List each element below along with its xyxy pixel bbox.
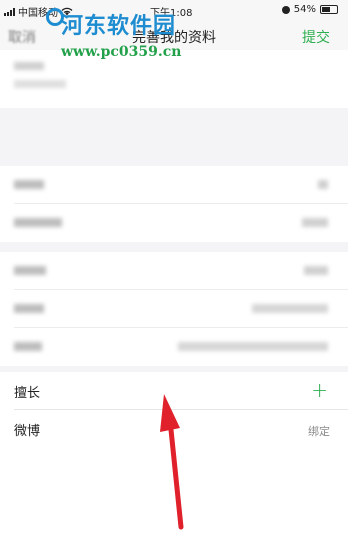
status-left: 中国移动: [4, 4, 73, 19]
cancel-button[interactable]: 取消: [8, 27, 36, 47]
battery-icon: [320, 5, 338, 14]
add-specialty-button[interactable]: +: [311, 378, 328, 402]
signal-icon: [4, 7, 15, 16]
status-bar: 中国移动 下午1:08 54%: [0, 0, 348, 20]
alarm-icon: [281, 5, 290, 14]
submit-button[interactable]: 提交: [302, 27, 330, 47]
blurred-section-2: [0, 252, 348, 366]
blurred-profile-area: [0, 50, 348, 370]
battery-percent: 54%: [293, 4, 316, 15]
page-background: [0, 447, 348, 545]
bind-weibo-button[interactable]: 绑定: [308, 423, 330, 439]
status-time: 下午1:08: [150, 8, 193, 19]
skills-list: 擅长 + 微博 绑定: [0, 372, 348, 447]
status-right: 54%: [281, 4, 338, 15]
avatar-section: [0, 50, 348, 108]
page-title: 完善我的资料: [132, 30, 216, 46]
specialty-label: 擅长: [14, 386, 41, 401]
battery-level: [322, 7, 330, 12]
wifi-icon: [61, 7, 73, 16]
list-item-specialty[interactable]: 擅长 +: [0, 372, 348, 410]
carrier-label: 中国移动: [18, 8, 58, 19]
nav-bar: 完善我的资料 取消 提交: [0, 20, 348, 50]
list-item-weibo[interactable]: 微博 绑定: [0, 410, 348, 447]
weibo-label: 微博: [14, 424, 41, 439]
blurred-section-1: [0, 166, 348, 242]
